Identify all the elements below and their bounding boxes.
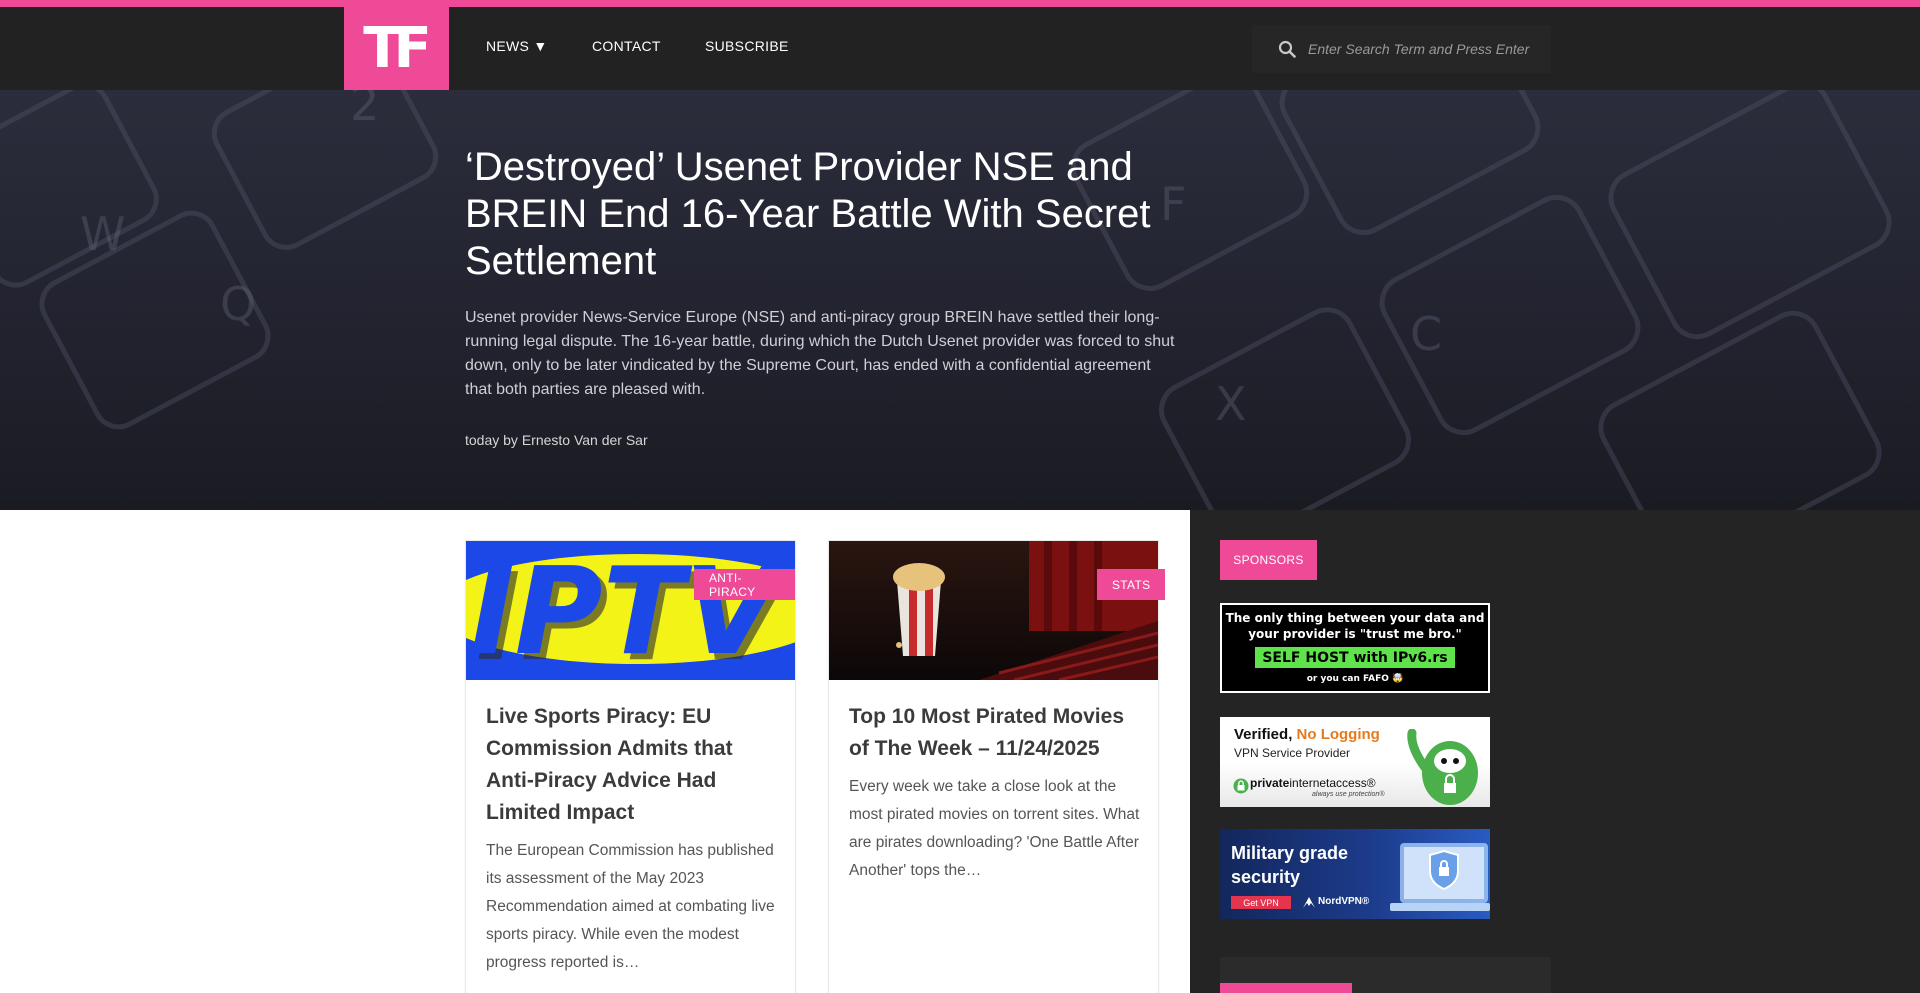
article-title[interactable]: Top 10 Most Pirated Movies of The Week –… (849, 701, 1144, 765)
nav-contact[interactable]: CONTACT (592, 38, 661, 54)
ad-brand: privateinternetaccess® (1250, 776, 1376, 790)
article-thumbnail[interactable] (829, 541, 1158, 680)
sponsor-ad-nordvpn[interactable]: Military grade security Get VPN NordVPN® (1220, 829, 1490, 919)
featured-title[interactable]: ‘Destroyed’ Usenet Provider NSE and BREI… (465, 144, 1165, 285)
ad-subtitle: VPN Service Provider (1234, 746, 1351, 760)
svg-text:X: X (1215, 377, 1247, 431)
ad-brand-rest: internetaccess® (1289, 776, 1376, 790)
ad-headline-highlight: No Logging (1296, 726, 1380, 743)
svg-text:C: C (1410, 307, 1442, 361)
ad-tagline: or you can FAFO 🤯 (1306, 674, 1404, 684)
article-title[interactable]: Live Sports Piracy: EU Commission Admits… (486, 701, 781, 829)
svg-text:Q: Q (220, 277, 256, 331)
svg-text:W: W (80, 207, 125, 261)
svg-text:2: 2 (350, 90, 379, 131)
search-input[interactable] (1308, 37, 1538, 61)
ad-headline: The only thing between your data and you… (1225, 611, 1485, 641)
ad-cta[interactable]: SELF HOST with IPv6.rs (1255, 647, 1455, 668)
ad-headline: Military grade security (1231, 843, 1349, 887)
sponsor-ad-ipv6rs[interactable]: The only thing between your data and you… (1220, 603, 1490, 693)
ad-headline: Verified, No Logging (1234, 726, 1380, 743)
featured-byline[interactable]: today by Ernesto Van der Sar (465, 432, 648, 448)
sponsors-label: SPONSORS (1220, 540, 1317, 580)
padlock-icon (1233, 778, 1249, 794)
article-card[interactable]: IPTV IPTV ANTI-PIRACY Live Sports Piracy… (465, 540, 796, 993)
ad-headline-part: Verified, (1234, 726, 1293, 743)
ad-brand-bold: private (1250, 776, 1290, 790)
image-text: IPTV (470, 543, 785, 680)
ad-brand: NordVPN® (1318, 896, 1370, 907)
site-logo[interactable]: TF (344, 7, 449, 90)
search-icon[interactable] (1278, 40, 1296, 58)
laptop-shield-icon (1390, 843, 1490, 911)
nav-news[interactable]: NEWS ▼ (486, 38, 548, 54)
ad-cta[interactable]: Get VPN (1231, 896, 1291, 909)
ad-tagline: always use protection® (1312, 791, 1385, 798)
site-header: TF NEWS ▼ CONTACT SUBSCRIBE (0, 7, 1920, 90)
category-badge[interactable]: ANTI-PIRACY (694, 569, 795, 600)
top-accent-stripe (0, 0, 1920, 7)
article-thumbnail[interactable]: IPTV IPTV (466, 541, 795, 680)
category-badge[interactable]: STATS (1097, 569, 1166, 600)
logo-text: TF (363, 15, 432, 81)
article-card[interactable]: STATS Top 10 Most Pirated Movies of The … (828, 540, 1166, 993)
nordvpn-logo-icon (1303, 897, 1315, 908)
pia-mascot-icon (1407, 729, 1478, 805)
nav-subscribe[interactable]: SUBSCRIBE (705, 38, 789, 54)
sponsor-ad-pia[interactable]: Verified, No Logging VPN Service Provide… (1220, 717, 1490, 807)
iptv-image: IPTV IPTV (466, 541, 795, 680)
featured-article[interactable]: Q 2 F C X W ‘Destroyed’ Usenet Provider … (0, 90, 1920, 510)
search-box (1252, 25, 1551, 73)
sidebar-widget-label (1220, 983, 1352, 993)
featured-excerpt: Usenet provider News-Service Europe (NSE… (465, 309, 1175, 398)
article-excerpt: The European Commission has published it… (486, 842, 775, 971)
article-excerpt: Every week we take a close look at the m… (849, 778, 1140, 879)
popcorn-theater-image (829, 541, 1158, 680)
